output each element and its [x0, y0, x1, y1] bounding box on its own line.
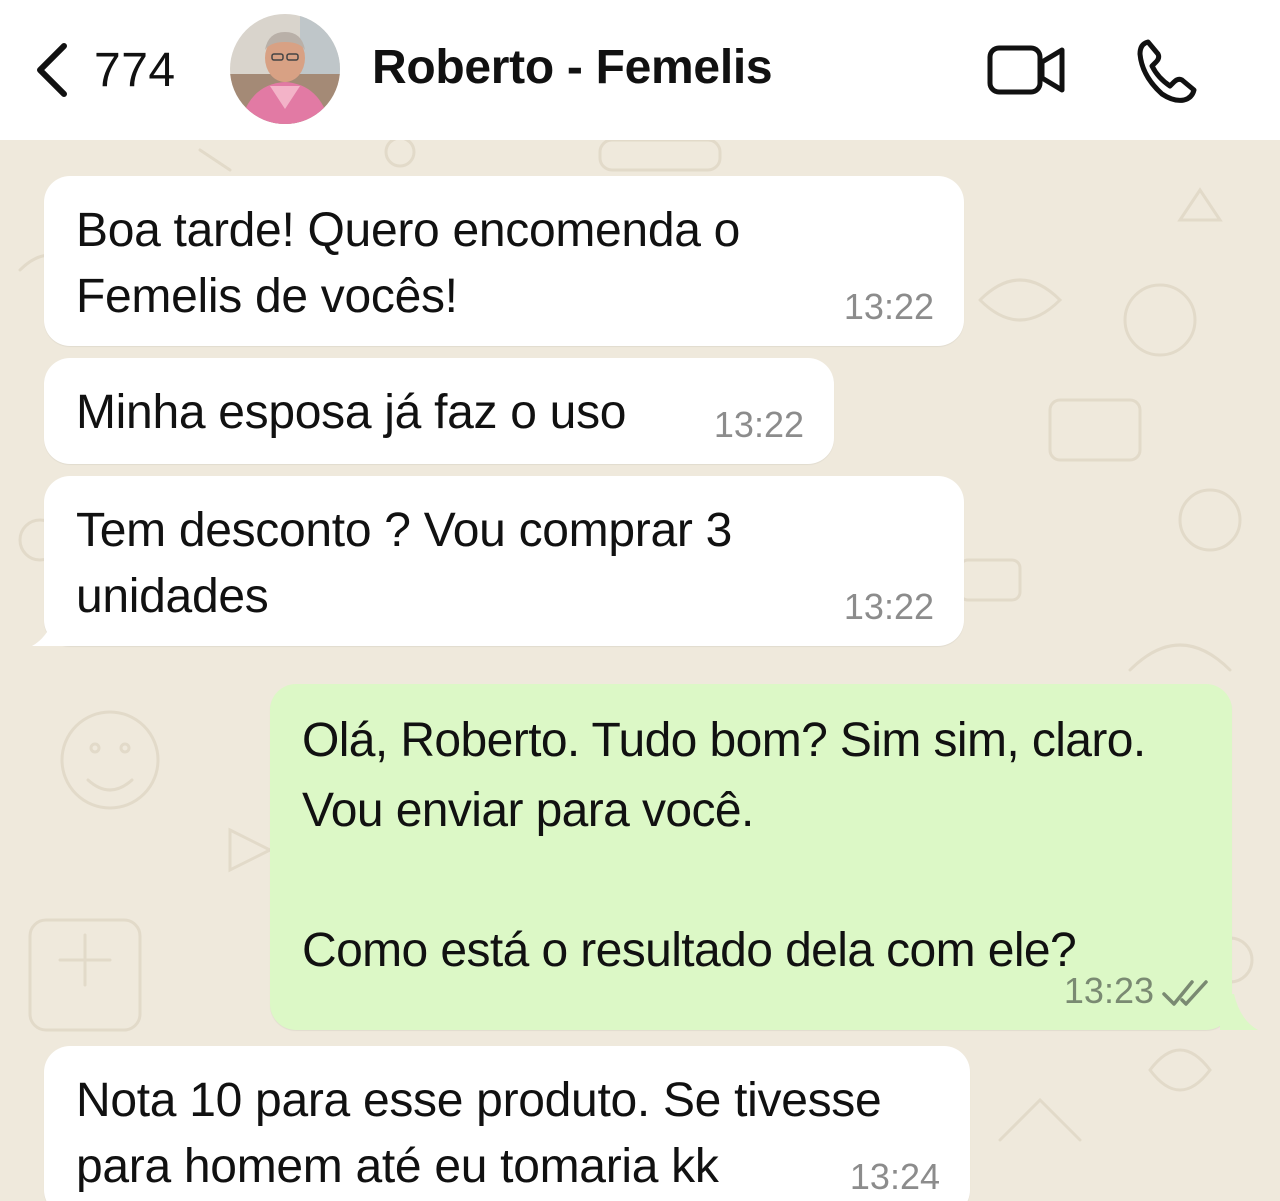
- double-check-icon: [1162, 980, 1208, 1006]
- phone-icon: [1137, 39, 1197, 103]
- message-time: 13:23: [1063, 970, 1154, 1011]
- avatar[interactable]: [230, 14, 340, 124]
- message-time: 13:22: [713, 404, 804, 445]
- unread-count: 774: [94, 43, 176, 97]
- message-time: 13:22: [843, 586, 934, 627]
- contact-name[interactable]: Roberto - Femelis: [372, 40, 773, 95]
- bubble-tail: [32, 610, 70, 646]
- message-bubble-incoming[interactable]: Nota 10 para esse produto. Se tivesse pa…: [44, 1046, 970, 1201]
- message-text: Boa tarde! Quero encomenda o Femelis de …: [76, 204, 741, 323]
- chevron-left-icon: [37, 43, 67, 97]
- voice-call-button[interactable]: [1134, 36, 1200, 104]
- message-time: 13:22: [843, 286, 934, 327]
- message-bubble-outgoing[interactable]: Olá, Roberto. Tudo bom? Sim sim, claro. …: [270, 684, 1232, 1030]
- chat-header: 774 Roberto - Femelis: [0, 0, 1280, 140]
- bubble-tail: [1220, 994, 1258, 1030]
- message-text: Nota 10 para esse produto. Se tivesse pa…: [76, 1074, 882, 1193]
- message-bubble-incoming[interactable]: Tem desconto ? Vou comprar 3 unidades 13…: [44, 476, 964, 646]
- message-bubble-incoming[interactable]: Boa tarde! Quero encomenda o Femelis de …: [44, 176, 964, 346]
- message-text: Tem desconto ? Vou comprar 3 unidades: [76, 504, 732, 623]
- back-button[interactable]: 774: [30, 38, 176, 102]
- message-text: Olá, Roberto. Tudo bom? Sim sim, claro. …: [302, 714, 1146, 977]
- video-camera-icon: [987, 45, 1065, 95]
- message-text: Minha esposa já faz o uso: [76, 386, 627, 439]
- message-bubble-incoming[interactable]: Minha esposa já faz o uso 13:22: [44, 358, 834, 464]
- chat-area[interactable]: Boa tarde! Quero encomenda o Femelis de …: [0, 140, 1280, 1201]
- message-time: 13:24: [849, 1156, 940, 1197]
- video-call-button[interactable]: [986, 42, 1066, 98]
